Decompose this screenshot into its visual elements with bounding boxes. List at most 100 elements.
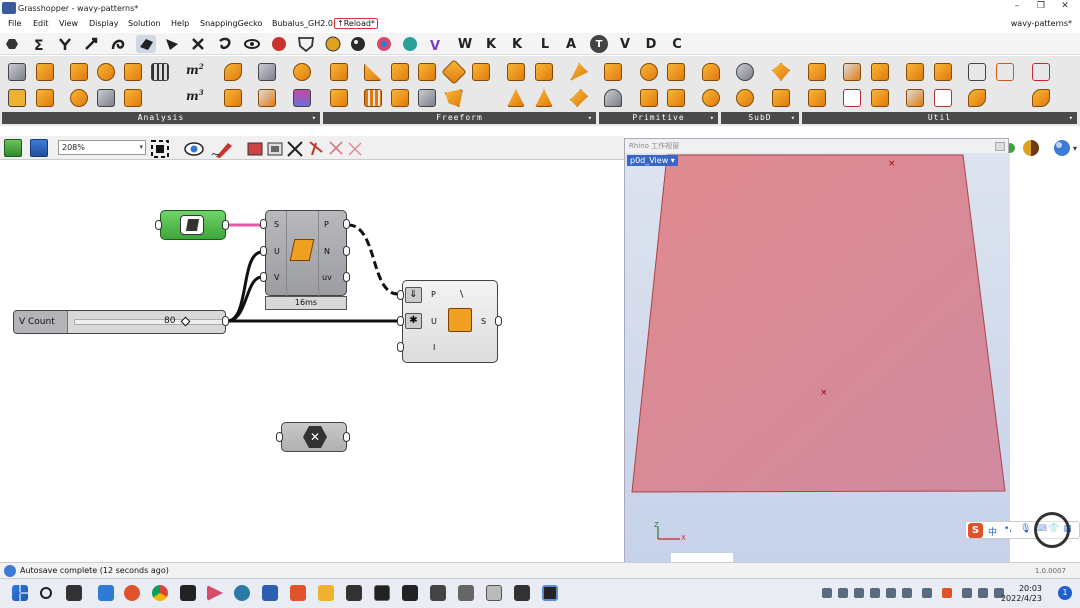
surface-grid-component[interactable]: ⇓ ✱ P U I S	[402, 280, 498, 363]
selected-only-icon[interactable]	[287, 141, 303, 157]
preview-mesh-icon[interactable]	[309, 141, 323, 156]
grid-points-icon[interactable]	[151, 63, 169, 81]
taskbar-app-3-icon[interactable]	[180, 585, 196, 601]
tray-network-icon[interactable]	[838, 588, 848, 598]
util-brep-icon[interactable]	[1032, 89, 1050, 107]
taskbar-app-4-icon[interactable]	[207, 585, 223, 601]
freeform-rail-icon[interactable]	[570, 63, 588, 81]
null-input-nub[interactable]	[276, 432, 283, 442]
notification-badge[interactable]: 1	[1058, 586, 1072, 600]
input-port-v[interactable]: V	[274, 273, 279, 282]
wireframe-preview-icon[interactable]	[247, 142, 263, 156]
surface-closest-icon[interactable]	[124, 63, 142, 81]
nub-n[interactable]	[343, 246, 350, 256]
primitive-cone-icon[interactable]	[604, 89, 622, 107]
chrome-icon[interactable]	[152, 585, 168, 601]
torus-icon[interactable]	[70, 89, 88, 107]
nub-v[interactable]	[260, 272, 267, 282]
tab-k1[interactable]: K	[482, 35, 500, 53]
tab-plugin-teal-icon[interactable]	[403, 37, 417, 51]
sogou-ime-icon[interactable]: S	[968, 523, 983, 538]
util-join-icon[interactable]	[906, 63, 924, 81]
grasshopper-taskbar-icon[interactable]	[542, 585, 558, 601]
flatten-star-icon[interactable]: ✱	[405, 313, 422, 329]
windows-start-icon[interactable]	[12, 585, 28, 601]
tray-app-icon[interactable]	[902, 588, 912, 598]
primitive-cylinder-icon[interactable]	[702, 63, 720, 81]
tab-intersect-icon[interactable]	[192, 38, 204, 50]
ime-chinese-mode[interactable]: 中	[988, 525, 997, 538]
util-frame-icon[interactable]	[968, 63, 986, 81]
nub-grid-p[interactable]	[397, 290, 404, 300]
zoom-select[interactable]: 208% ▾	[58, 140, 146, 155]
tray-app-icon[interactable]	[854, 588, 864, 598]
menu-bubalus[interactable]: Bubalus_GH2.0	[272, 19, 333, 28]
freeform-ruled-icon[interactable]	[364, 89, 382, 107]
material-ball-icon[interactable]	[1023, 140, 1039, 156]
taskbar-clock[interactable]: 20:03 2022/4/23	[1001, 584, 1042, 604]
zoom-extents-icon[interactable]	[151, 140, 169, 158]
shell-icon[interactable]	[258, 89, 276, 107]
slider-output-nub[interactable]	[222, 316, 229, 326]
subd-sphere-icon[interactable]	[736, 89, 754, 107]
minimize-button[interactable]: –	[1010, 1, 1024, 14]
input-port-p[interactable]: P	[431, 290, 436, 299]
navigation-rotate-icon[interactable]	[1034, 512, 1070, 548]
group-expand-icon[interactable]: ▾	[312, 112, 317, 124]
freeform-loft-icon[interactable]	[330, 63, 348, 81]
subd-box-icon[interactable]	[736, 63, 754, 81]
freeform-fillet-icon[interactable]	[570, 89, 588, 107]
viewport-label[interactable]: p0d_View ▾	[627, 155, 678, 166]
box-component-icon[interactable]	[8, 63, 26, 81]
primitive-sphere-point-icon[interactable]	[640, 63, 658, 81]
tab-maths-icon[interactable]: Σ	[34, 38, 44, 54]
surface-param-input-nub[interactable]	[155, 220, 162, 230]
tab-l[interactable]: L	[536, 35, 554, 53]
tab-transform-icon[interactable]	[219, 37, 231, 50]
maximize-button[interactable]: ❐	[1034, 1, 1048, 14]
input-port-u[interactable]: U	[431, 317, 437, 326]
tab-plugin-red-icon[interactable]	[272, 37, 286, 51]
brep-edges-icon[interactable]	[97, 63, 115, 81]
volume-icon[interactable]: m3	[186, 88, 208, 106]
group-primitive[interactable]: Primitive ▾	[599, 112, 718, 124]
subd-mesh-icon[interactable]	[772, 89, 790, 107]
rhino-viewport[interactable]: Rhino 工作视窗 × × p0d_View ▾ Z X	[624, 138, 1010, 567]
tray-sogou-icon[interactable]	[942, 588, 952, 598]
nub-p[interactable]	[343, 219, 350, 229]
sketch-pen-icon[interactable]	[211, 143, 232, 158]
freeform-patch-icon[interactable]	[472, 63, 490, 81]
graft-arrow-icon[interactable]: ⇓	[405, 287, 422, 303]
freeform-network-icon[interactable]	[441, 59, 467, 85]
primitive-dome-icon[interactable]	[640, 89, 658, 107]
area-icon[interactable]: m2	[186, 62, 208, 80]
menu-solution[interactable]: Solution	[128, 19, 161, 28]
group-expand-icon[interactable]: ▾	[710, 112, 715, 124]
task-view-icon[interactable]	[66, 585, 82, 601]
primitive-sphere-icon[interactable]	[702, 89, 720, 107]
grasshopper-canvas[interactable]: S U V P N uv 16ms ⇓ ✱ P U I S V Count 80…	[0, 160, 624, 562]
taskbar-app-5-icon[interactable]	[234, 585, 250, 601]
taskbar-app-11-icon[interactable]	[486, 585, 502, 601]
search-icon[interactable]	[40, 587, 52, 599]
taskbar-app-6-icon[interactable]	[290, 585, 306, 601]
taskbar-app-12-icon[interactable]	[514, 585, 530, 601]
tab-k2[interactable]: K	[508, 35, 526, 53]
taskbar-app-10-icon[interactable]	[458, 585, 474, 601]
bbox-component-icon[interactable]	[36, 63, 54, 81]
surface-param-component[interactable]	[160, 210, 226, 240]
tab-mesh-icon[interactable]	[166, 39, 178, 50]
util-retrim-icon[interactable]	[808, 63, 826, 81]
open-file-icon[interactable]	[4, 139, 22, 157]
freeform-extrude-icon[interactable]	[535, 63, 553, 81]
group-expand-icon[interactable]: ▾	[588, 112, 593, 124]
nub-grid-u[interactable]	[397, 316, 404, 326]
tab-t-icon[interactable]: T	[590, 35, 608, 53]
util-morph-icon[interactable]	[968, 89, 986, 107]
freeform-boundary-icon[interactable]	[391, 63, 409, 81]
close-button[interactable]: ✕	[1058, 1, 1072, 14]
util-flip-icon[interactable]	[843, 89, 861, 107]
nub-s[interactable]	[260, 219, 267, 229]
util-untrim-icon[interactable]	[1032, 63, 1050, 81]
tray-volume-icon[interactable]	[978, 588, 988, 598]
